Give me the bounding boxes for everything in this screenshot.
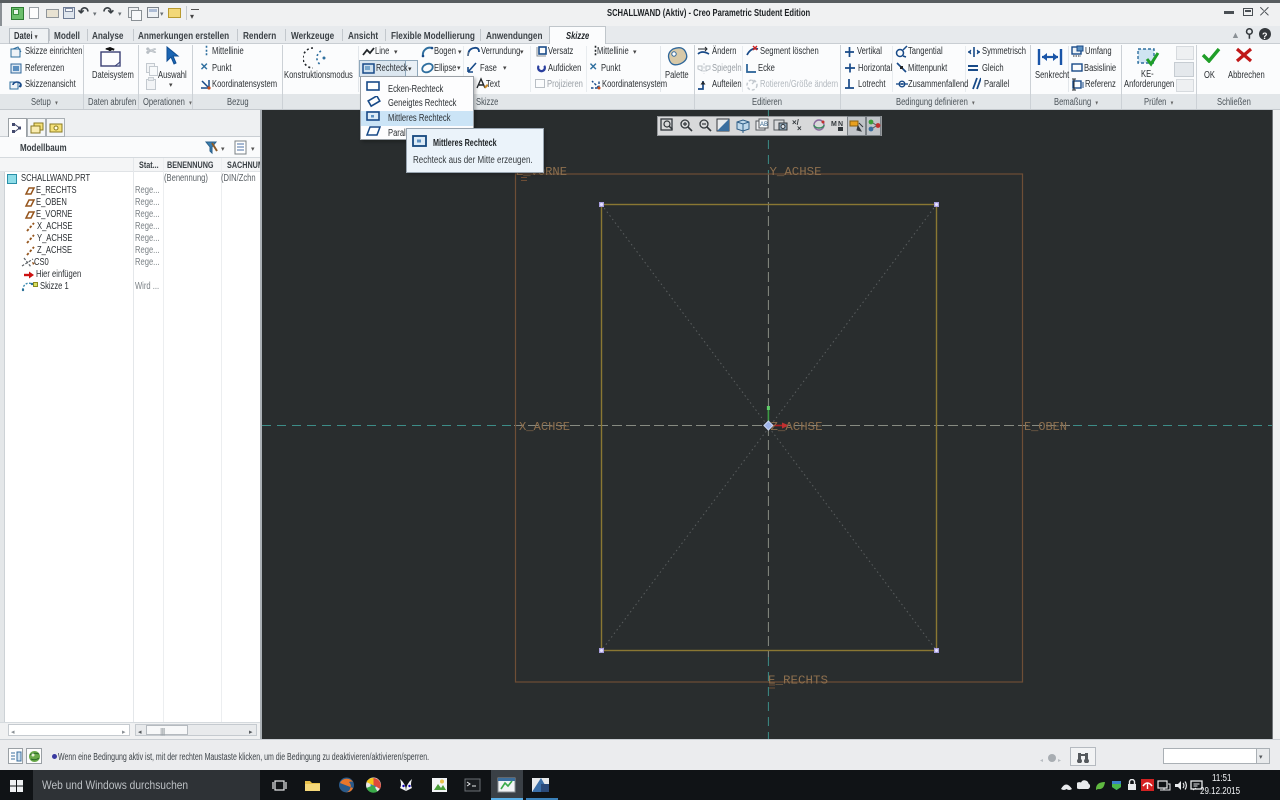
svg-text:M: M — [831, 121, 837, 128]
svg-text:X_ACHSE: X_ACHSE — [519, 421, 570, 434]
svg-text:N: N — [838, 121, 843, 128]
svg-text:E_RECHTS: E_RECHTS — [768, 675, 828, 688]
svg-text:AB: AB — [760, 122, 768, 128]
svg-text:Y_ACHSE: Y_ACHSE — [770, 166, 822, 179]
svg-text:E_OBEN: E_OBEN — [1024, 421, 1067, 434]
svg-text:Z_ACHSE: Z_ACHSE — [771, 421, 823, 434]
svg-text:×: × — [797, 124, 802, 133]
